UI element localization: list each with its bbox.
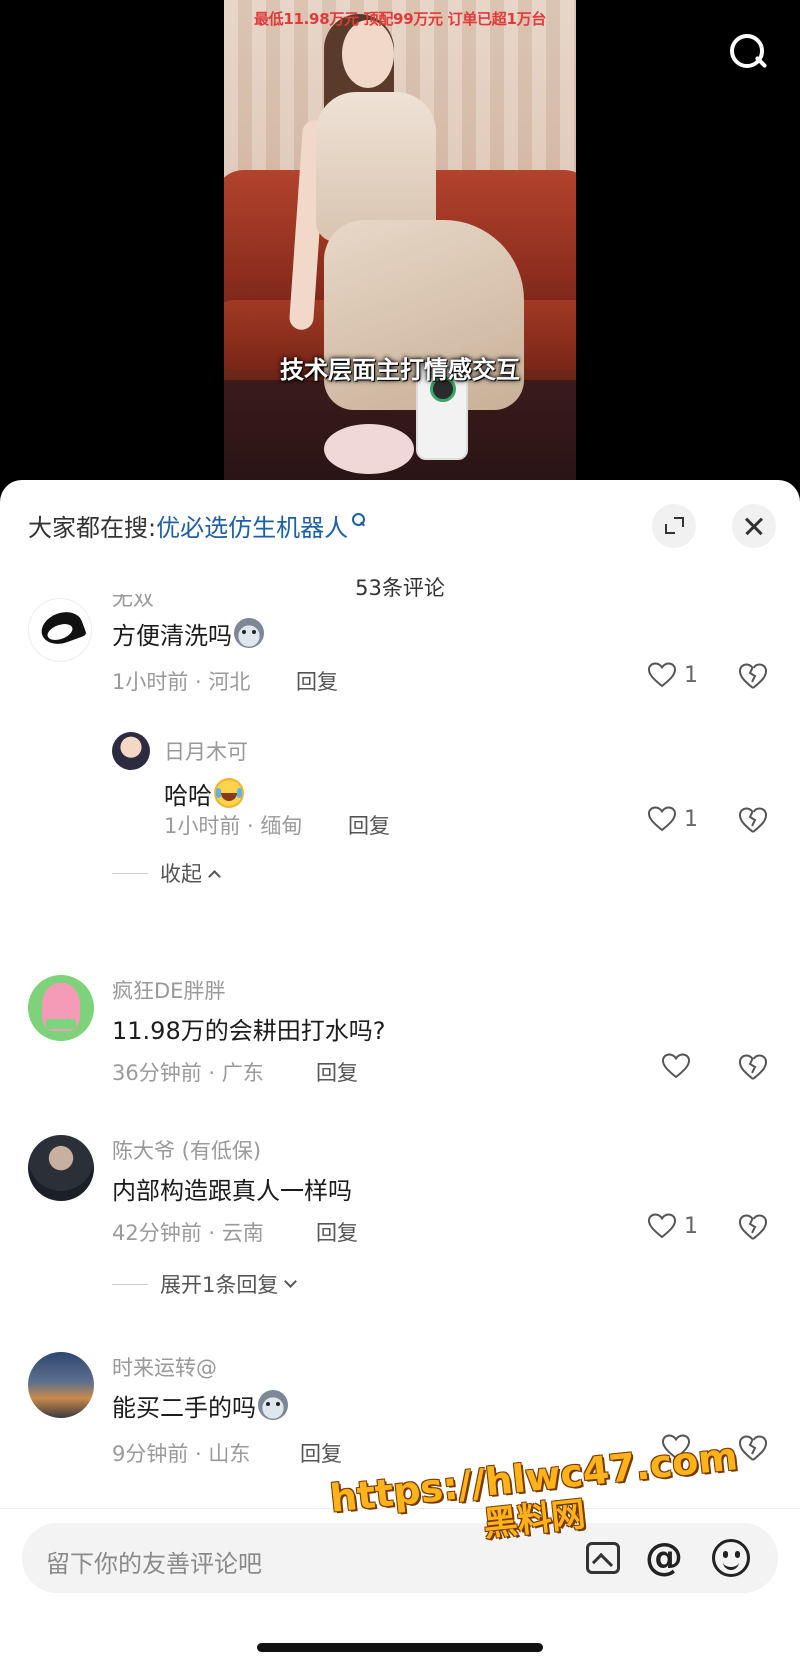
comment-text: 方便清洗吗 xyxy=(112,616,264,651)
heart-icon xyxy=(647,1213,677,1239)
reply-meta: 1小时前 · 缅甸 xyxy=(164,814,303,838)
video-caption: 技术层面主打情感交互 xyxy=(280,356,520,384)
expand-replies-button[interactable]: 展开1条回复 xyxy=(112,1269,298,1299)
reply-button[interactable]: 回复 xyxy=(348,810,390,840)
comment-username[interactable]: 陈大爷 (有低保) xyxy=(112,1135,261,1165)
reply-button[interactable]: 回复 xyxy=(316,1217,358,1247)
avatar[interactable] xyxy=(28,1135,94,1201)
heart-icon xyxy=(647,806,677,832)
cat-emoji-icon xyxy=(258,1390,288,1420)
small-search-icon xyxy=(350,512,366,528)
comment-username[interactable]: 时来运转@ xyxy=(112,1352,217,1382)
like-count: 1 xyxy=(684,806,698,832)
like-count: 1 xyxy=(684,662,698,688)
image-icon[interactable] xyxy=(586,1542,620,1574)
avatar[interactable] xyxy=(28,598,92,662)
like-button[interactable]: 1 xyxy=(647,1213,698,1239)
trending-prefix: 大家都在搜: xyxy=(28,514,157,542)
expand-label: 展开1条回复 xyxy=(160,1273,279,1297)
video-figure-head xyxy=(342,20,394,88)
comment-input-placeholder: 留下你的友善评论吧 xyxy=(46,1550,262,1578)
video-plush-toy xyxy=(324,424,414,474)
divider-line xyxy=(112,1283,148,1285)
comment-text: 内部构造跟真人一样吗 xyxy=(112,1177,352,1205)
reply-text-content: 哈哈 xyxy=(164,782,212,810)
home-indicator xyxy=(257,1643,543,1652)
comment-text-content: 能买二手的吗 xyxy=(112,1394,256,1422)
avatar[interactable] xyxy=(28,975,94,1041)
reply-username[interactable]: 日月木可 xyxy=(164,736,248,766)
comment-meta: 36分钟前 · 广东 xyxy=(112,1061,264,1085)
at-icon[interactable]: @ xyxy=(640,1533,688,1581)
comment-meta: 9分钟前 · 山东 xyxy=(112,1442,251,1466)
dislike-icon[interactable] xyxy=(738,806,768,834)
close-icon[interactable] xyxy=(732,504,776,548)
laughing-emoji-icon xyxy=(214,778,244,808)
reply-button[interactable]: 回复 xyxy=(316,1057,358,1087)
like-button[interactable]: 1 xyxy=(647,662,698,688)
app-screen: 最低11.98万元 顶配99万元 订单已超1万台 技术层面主打情感交互 大家都在… xyxy=(0,0,800,1662)
chevron-down-icon xyxy=(284,1274,298,1288)
like-button[interactable]: 1 xyxy=(647,806,698,832)
dislike-icon[interactable] xyxy=(738,662,768,690)
comment-text: 11.98万的会耕田打水吗? xyxy=(112,1017,386,1045)
like-button[interactable] xyxy=(661,1053,691,1079)
video-top-banner: 最低11.98万元 顶配99万元 订单已超1万台 xyxy=(253,10,546,28)
comment-meta: 1小时前 · 河北 xyxy=(112,670,251,694)
avatar[interactable] xyxy=(112,732,150,770)
collapse-replies-button[interactable]: 收起 xyxy=(112,858,221,888)
cat-emoji-icon xyxy=(234,618,264,648)
like-count: 1 xyxy=(684,1213,698,1239)
avatar[interactable] xyxy=(28,1352,94,1418)
dislike-icon[interactable] xyxy=(738,1053,768,1081)
collapse-label: 收起 xyxy=(160,862,202,886)
expand-icon[interactable] xyxy=(652,504,696,548)
heart-icon xyxy=(647,662,677,688)
comment-meta: 42分钟前 · 云南 xyxy=(112,1221,264,1245)
search-icon[interactable] xyxy=(726,30,770,74)
video-player[interactable]: 最低11.98万元 顶配99万元 订单已超1万台 技术层面主打情感交互 xyxy=(224,0,576,480)
comment-text-content: 方便清洗吗 xyxy=(112,622,232,650)
dislike-icon[interactable] xyxy=(738,1213,768,1241)
comment-username[interactable]: 疯狂DE胖胖 xyxy=(112,975,225,1005)
heart-icon xyxy=(661,1053,691,1079)
chevron-up-icon xyxy=(208,869,221,883)
reply-button[interactable]: 回复 xyxy=(300,1438,342,1468)
trending-search[interactable]: 大家都在搜:优必选仿生机器人 xyxy=(28,508,366,543)
divider-line xyxy=(112,872,148,874)
reply-text: 哈哈 xyxy=(164,776,244,811)
trending-link[interactable]: 优必选仿生机器人 xyxy=(156,514,348,542)
emoji-icon[interactable] xyxy=(712,1539,750,1577)
comment-text: 能买二手的吗 xyxy=(112,1388,288,1423)
reply-button[interactable]: 回复 xyxy=(296,666,338,696)
